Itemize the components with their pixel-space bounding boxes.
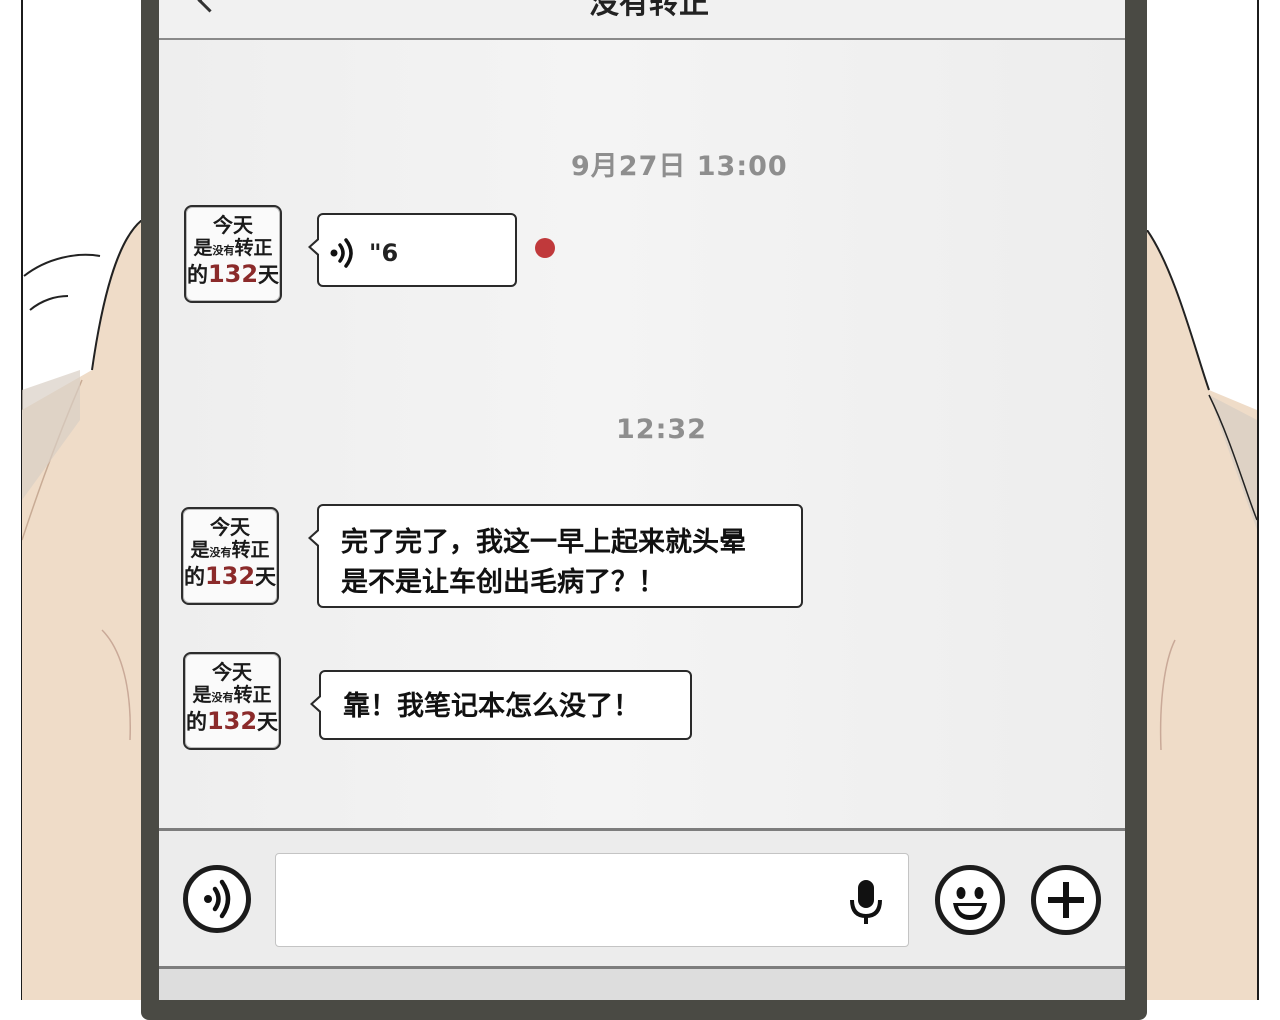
voice-wave-icon <box>330 238 353 268</box>
emoji-button[interactable] <box>935 865 1005 935</box>
smiley-icon <box>953 887 987 920</box>
message-input[interactable] <box>275 853 909 947</box>
message-line: 完了完了，我这一早上起来就头晕 <box>341 527 746 558</box>
left-hand-illustration <box>22 220 147 1000</box>
right-hand-illustration <box>1135 230 1259 1000</box>
input-bar <box>159 828 1125 971</box>
text-message-bubble[interactable]: 完了完了，我这一早上起来就头晕 是不是让车创出毛病了？！ <box>308 504 803 608</box>
plus-button[interactable] <box>1031 865 1101 935</box>
voice-toggle-icon <box>204 879 231 919</box>
microphone-icon[interactable] <box>846 878 886 928</box>
timestamp: 9月27日 13:00 <box>571 151 788 182</box>
voice-message-bubble[interactable]: "6 <box>308 213 517 287</box>
avatar[interactable]: 今天 是没有转正 的132天 <box>184 205 282 303</box>
back-arrow-icon[interactable] <box>197 0 222 13</box>
voice-duration: "6 <box>369 239 399 267</box>
avatar[interactable]: 今天 是没有转正 的132天 <box>183 652 281 750</box>
voice-toggle-button[interactable] <box>183 865 251 933</box>
hair-strokes <box>22 248 112 322</box>
avatar[interactable]: 今天 是没有转正 的132天 <box>181 507 279 605</box>
title-bar: 没有转正 <box>159 0 1125 40</box>
unread-dot <box>535 238 555 258</box>
text-message-bubble[interactable]: 靠！我笔记本怎么没了！ <box>310 670 692 740</box>
chat-title: 没有转正 <box>589 0 709 21</box>
chat-screen: 没有转正 9月27日 13:00 今天 是没有转正 的132天 "6 12:32… <box>159 0 1125 1000</box>
message-line: 是不是让车创出毛病了？！ <box>341 567 665 598</box>
bottom-panel <box>159 966 1125 1000</box>
message-line: 靠！我笔记本怎么没了！ <box>343 691 640 722</box>
plus-circle-icon <box>1048 882 1084 918</box>
timestamp: 12:32 <box>616 414 707 445</box>
